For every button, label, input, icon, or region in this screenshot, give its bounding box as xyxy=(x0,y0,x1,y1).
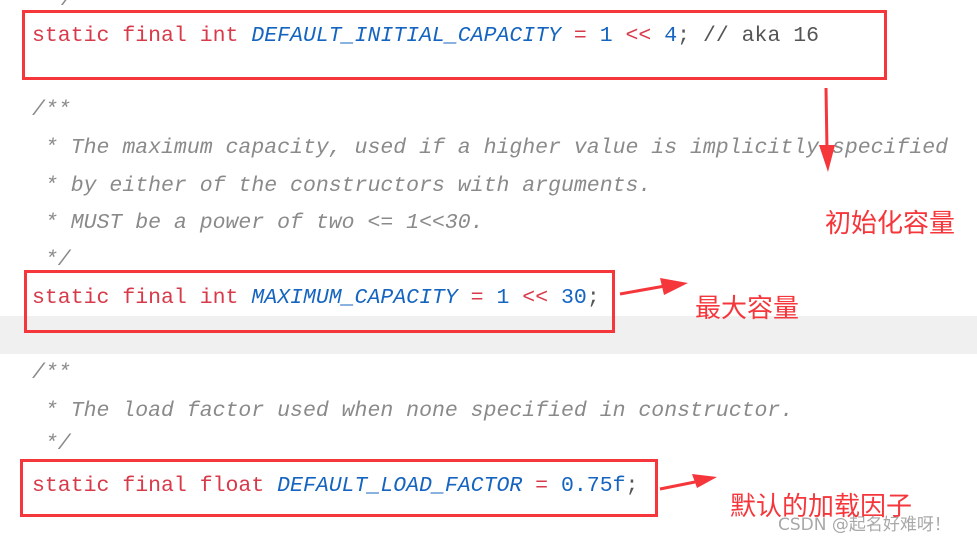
watermark: CSDN @起名好难呀！ xyxy=(778,515,951,535)
annotation-initial-capacity: 初始化容量 xyxy=(825,209,956,239)
arrowhead-icon xyxy=(692,474,717,488)
annotation-maximum-capacity: 最大容量 xyxy=(695,294,800,324)
arrow-right-icon xyxy=(619,284,666,296)
arrowhead-icon xyxy=(660,278,688,295)
arrow-icons xyxy=(619,87,835,491)
arrowhead-icon xyxy=(819,145,835,172)
arrow-right-icon xyxy=(659,480,696,491)
arrow-down-icon xyxy=(824,87,829,151)
